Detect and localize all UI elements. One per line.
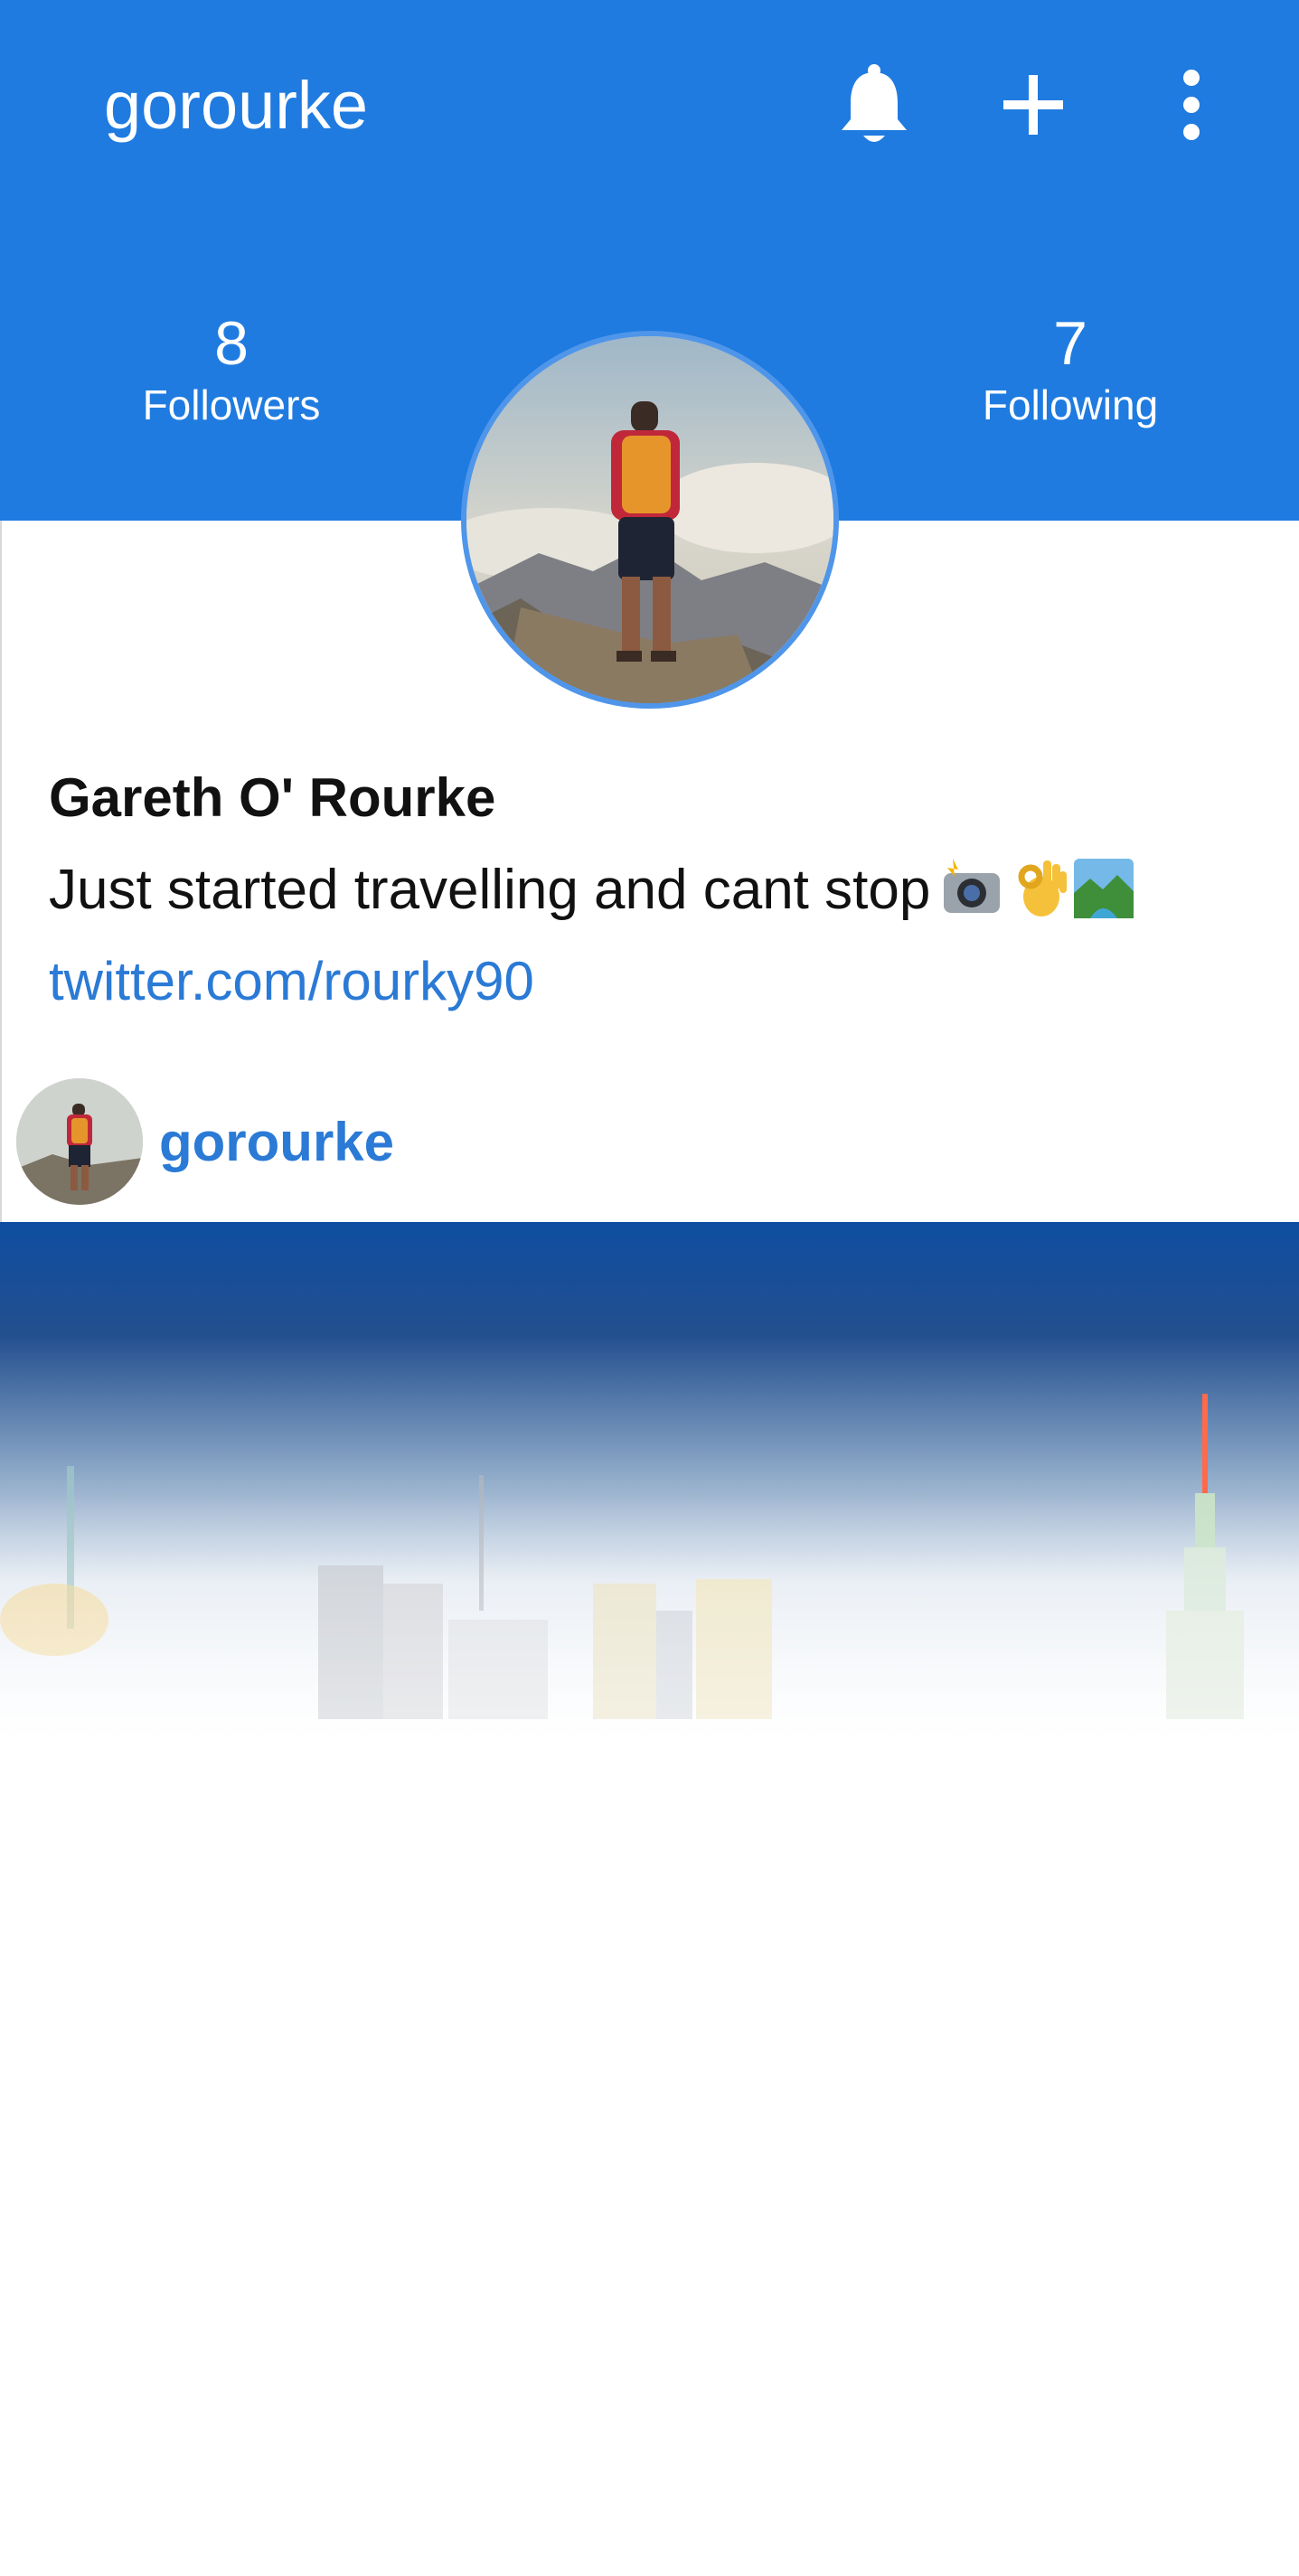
hiker-photo: [466, 336, 833, 703]
followers-label: Followers: [142, 381, 321, 428]
bio-text: Just started travelling and cant stop: [49, 859, 931, 921]
post-avatar[interactable]: [16, 1078, 143, 1205]
add-button[interactable]: [979, 51, 1087, 159]
national-park-icon: [1074, 859, 1134, 918]
followers-count: 8: [214, 309, 249, 378]
post-username[interactable]: gorourke: [159, 1108, 394, 1177]
camera-flash-icon: [944, 859, 1000, 913]
plus-icon: [1003, 75, 1063, 135]
bell-icon: [842, 64, 907, 142]
following-label: Following: [982, 381, 1159, 428]
notifications-button[interactable]: [820, 51, 928, 159]
hiker-thumbnail: [16, 1078, 143, 1205]
followers-stat[interactable]: 8 Followers: [51, 307, 412, 430]
more-options-button[interactable]: [1137, 51, 1246, 159]
display-name: Gareth O' Rourke: [49, 767, 496, 828]
profile-avatar[interactable]: [461, 331, 839, 709]
profile-link[interactable]: twitter.com/rourky90: [49, 947, 534, 1016]
post-image[interactable]: [0, 1222, 1299, 1737]
following-stat[interactable]: 7 Following: [890, 307, 1251, 430]
following-count: 7: [1053, 309, 1087, 378]
ok-hand-icon: [1018, 860, 1067, 917]
more-vertical-icon: [1183, 70, 1200, 140]
city-skyline-image: [0, 1222, 1299, 1737]
app-title: gorourke: [104, 68, 369, 143]
